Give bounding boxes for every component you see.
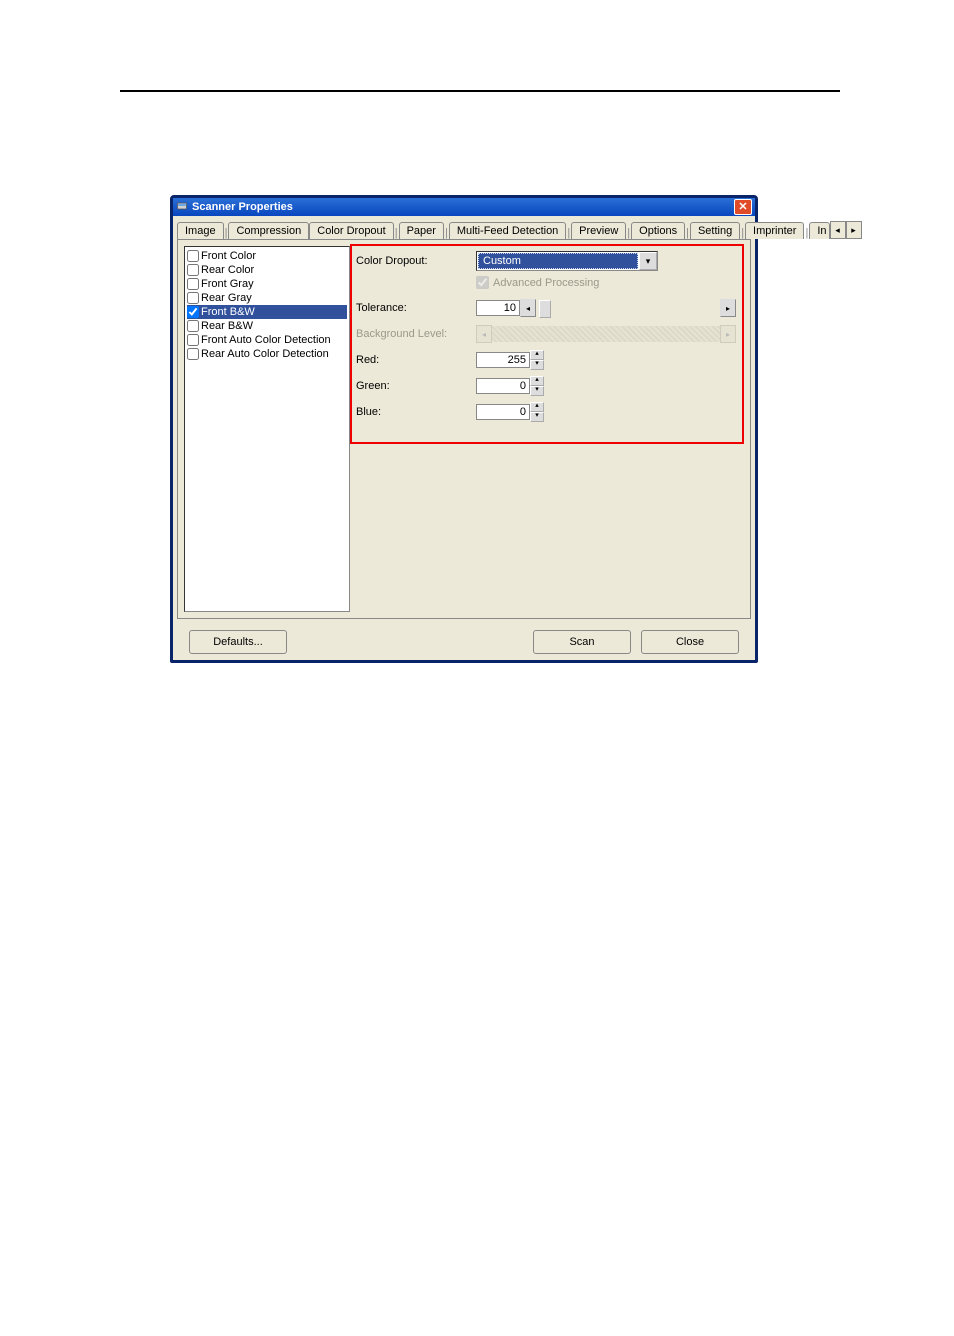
close-icon[interactable]: ✕ bbox=[734, 199, 752, 215]
page-top-rule bbox=[120, 90, 840, 92]
checkbox-rear-gray[interactable] bbox=[187, 292, 199, 304]
spin-down-icon[interactable]: ▾ bbox=[530, 386, 544, 396]
slider-dec-icon[interactable]: ◂ bbox=[520, 299, 536, 317]
tab-multifeed[interactable]: Multi-Feed Detection bbox=[449, 222, 567, 239]
tolerance-slider[interactable]: 10 ◂ ▸ bbox=[476, 299, 736, 317]
list-item: Front Auto Color Detection bbox=[187, 333, 347, 347]
list-item-label: Front Gray bbox=[201, 278, 254, 290]
slider-dec-icon: ◂ bbox=[476, 325, 492, 343]
app-icon bbox=[176, 200, 188, 215]
spin-up-icon[interactable]: ▴ bbox=[530, 350, 544, 360]
checkbox-rear-bw[interactable] bbox=[187, 320, 199, 332]
tolerance-label: Tolerance: bbox=[356, 302, 476, 314]
titlebar[interactable]: Scanner Properties ✕ bbox=[173, 198, 755, 216]
red-spinner[interactable]: 255 ▴▾ bbox=[476, 350, 544, 370]
slider-track[interactable] bbox=[536, 300, 720, 316]
list-item-label: Front Auto Color Detection bbox=[201, 334, 331, 346]
color-dropout-label: Color Dropout: bbox=[356, 255, 476, 267]
titlebar-left: Scanner Properties bbox=[176, 200, 293, 215]
tab-image[interactable]: Image bbox=[177, 222, 224, 239]
list-item-label: Front B&W bbox=[201, 306, 255, 318]
tab-imprinter[interactable]: Imprinter bbox=[745, 222, 804, 239]
background-level-slider: ◂ ▸ bbox=[476, 325, 736, 343]
blue-spinner[interactable]: 0 ▴▾ bbox=[476, 402, 544, 422]
dialog-footer: Defaults... Scan Close bbox=[173, 630, 755, 654]
slider-inc-icon: ▸ bbox=[720, 325, 736, 343]
window-title: Scanner Properties bbox=[192, 201, 293, 213]
scan-button[interactable]: Scan bbox=[533, 630, 631, 654]
background-level-label: Background Level: bbox=[356, 328, 476, 340]
list-item-label: Rear Color bbox=[201, 264, 254, 276]
list-item: Rear Gray bbox=[187, 291, 347, 305]
advanced-processing-label: Advanced Processing bbox=[493, 277, 599, 289]
green-label: Green: bbox=[356, 380, 476, 392]
spin-down-icon[interactable]: ▾ bbox=[530, 412, 544, 422]
slider-thumb[interactable] bbox=[539, 300, 551, 318]
defaults-button[interactable]: Defaults... bbox=[189, 630, 287, 654]
advanced-processing-row: Advanced Processing bbox=[476, 276, 738, 289]
slider-track-disabled bbox=[492, 326, 720, 342]
list-item: Rear Auto Color Detection bbox=[187, 347, 347, 361]
tab-body: Front Color Rear Color Front Gray Rear G… bbox=[177, 239, 751, 619]
tab-preview[interactable]: Preview bbox=[571, 222, 626, 239]
spin-down-icon[interactable]: ▾ bbox=[530, 360, 544, 370]
tab-compression[interactable]: Compression bbox=[228, 222, 309, 239]
list-item: Rear Color bbox=[187, 263, 347, 277]
tab-overflow[interactable]: In bbox=[809, 222, 829, 239]
tab-options[interactable]: Options bbox=[631, 222, 685, 239]
tabs-row: Image | Compression Color Dropout | Pape… bbox=[173, 219, 755, 239]
scanner-properties-window: Scanner Properties ✕ Image | Compression… bbox=[170, 195, 758, 663]
color-dropout-combo[interactable]: Custom ▾ bbox=[476, 251, 658, 271]
tab-scroll: ◂ ▸ bbox=[830, 221, 862, 239]
list-item: Rear B&W bbox=[187, 319, 347, 333]
list-item-label: Rear Gray bbox=[201, 292, 252, 304]
tab-color-dropout[interactable]: Color Dropout bbox=[309, 222, 393, 240]
list-item: Front Color bbox=[187, 249, 347, 263]
list-item-label: Rear B&W bbox=[201, 320, 253, 332]
red-value[interactable]: 255 bbox=[476, 352, 530, 368]
list-item: Front Gray bbox=[187, 277, 347, 291]
spin-up-icon[interactable]: ▴ bbox=[530, 376, 544, 386]
list-item-selected: Front B&W bbox=[187, 305, 347, 319]
red-label: Red: bbox=[356, 354, 476, 366]
image-mode-list[interactable]: Front Color Rear Color Front Gray Rear G… bbox=[184, 246, 350, 612]
checkbox-front-gray[interactable] bbox=[187, 278, 199, 290]
blue-label: Blue: bbox=[356, 406, 476, 418]
tab-scroll-left-icon[interactable]: ◂ bbox=[830, 221, 846, 239]
blue-value[interactable]: 0 bbox=[476, 404, 530, 420]
list-item-label: Front Color bbox=[201, 250, 256, 262]
slider-inc-icon[interactable]: ▸ bbox=[720, 299, 736, 317]
color-dropout-panel: Color Dropout: Custom ▾ Advanced Process… bbox=[356, 250, 738, 427]
checkbox-front-bw[interactable] bbox=[187, 306, 199, 318]
tab-scroll-right-icon[interactable]: ▸ bbox=[846, 221, 862, 239]
checkbox-front-color[interactable] bbox=[187, 250, 199, 262]
checkbox-rear-auto-color[interactable] bbox=[187, 348, 199, 360]
tab-setting[interactable]: Setting bbox=[690, 222, 740, 239]
spin-up-icon[interactable]: ▴ bbox=[530, 402, 544, 412]
green-value[interactable]: 0 bbox=[476, 378, 530, 394]
list-item-label: Rear Auto Color Detection bbox=[201, 348, 329, 360]
chevron-down-icon[interactable]: ▾ bbox=[639, 252, 657, 270]
combo-value: Custom bbox=[478, 253, 638, 269]
close-button[interactable]: Close bbox=[641, 630, 739, 654]
advanced-processing-checkbox bbox=[476, 276, 489, 289]
tab-paper[interactable]: Paper bbox=[399, 222, 444, 239]
tolerance-value: 10 bbox=[476, 300, 520, 316]
green-spinner[interactable]: 0 ▴▾ bbox=[476, 376, 544, 396]
checkbox-front-auto-color[interactable] bbox=[187, 334, 199, 346]
checkbox-rear-color[interactable] bbox=[187, 264, 199, 276]
